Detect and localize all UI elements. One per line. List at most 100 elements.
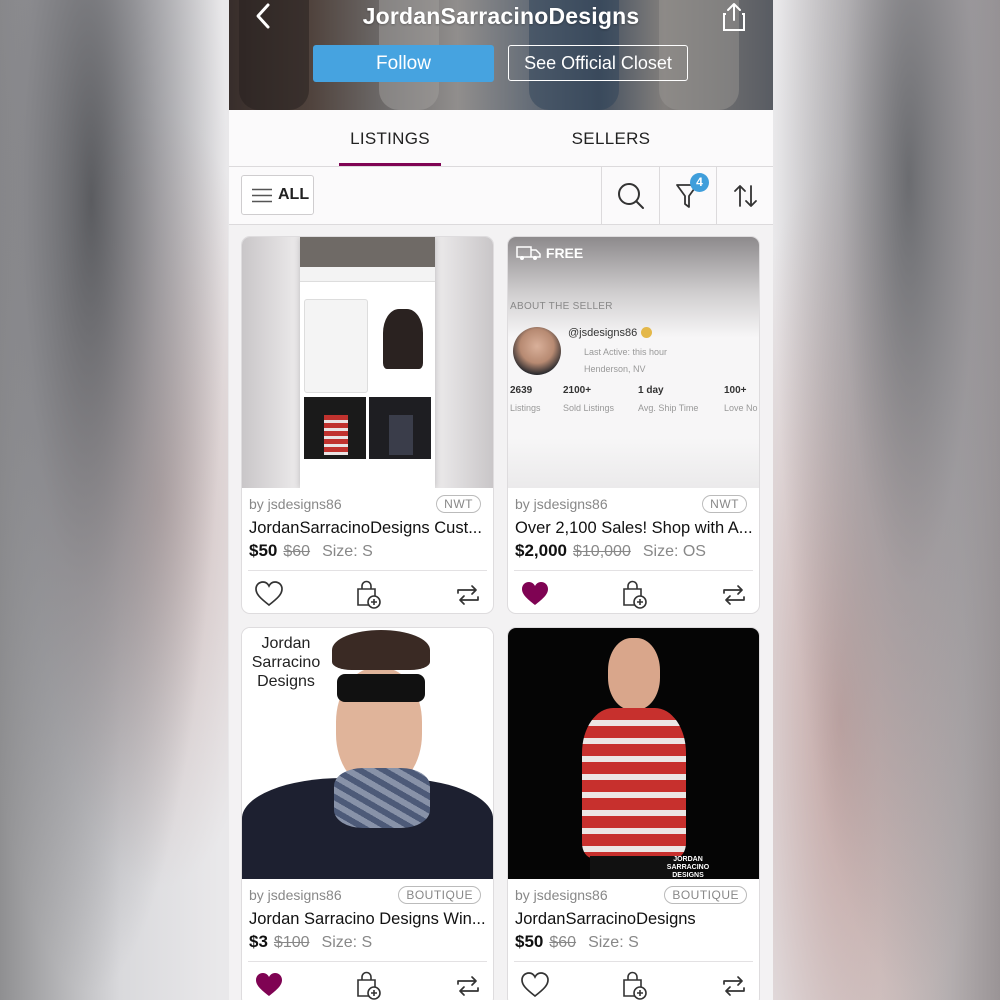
seller-name[interactable]: by jsdesigns86: [515, 887, 608, 903]
image-figure-shirt: [582, 708, 686, 858]
listing-title[interactable]: Jordan Sarracino Designs Win...: [249, 910, 487, 929]
seller-location: Henderson, NV: [584, 364, 646, 374]
stat-label: Sold Listings: [563, 403, 615, 413]
ambassador-badge-icon: [641, 327, 652, 338]
price-row: $50 $60 Size: S: [515, 932, 639, 952]
listing-image[interactable]: JORDAN SARRACINO DESIGNS: [508, 628, 759, 879]
repost-arrows-icon: [723, 976, 745, 996]
bag-plus-icon: [357, 971, 381, 1000]
seller-name[interactable]: by jsdesigns86: [515, 496, 608, 512]
listing-title[interactable]: JordanSarracinoDesigns Cust...: [249, 519, 487, 538]
listing-image[interactable]: Jordan Sarracino Designs: [242, 628, 493, 879]
store-title: JordanSarracinoDesigns: [362, 3, 640, 29]
tab-bar: LISTINGS SELLERS: [229, 110, 773, 167]
seller-avatar: [513, 327, 561, 375]
app-screen: JordanSarracinoDesigns Follow See Offici…: [229, 0, 773, 1000]
share-listing-button[interactable]: [447, 576, 487, 612]
follow-button[interactable]: Follow: [313, 45, 494, 82]
search-icon: [618, 183, 644, 209]
tab-sellers[interactable]: SELLERS: [559, 110, 663, 166]
stat-label: Love No: [724, 403, 758, 413]
sort-arrows-icon: [734, 185, 757, 207]
stat-label: Listings: [510, 403, 541, 413]
condition-badge: NWT: [436, 495, 481, 513]
divider: [248, 961, 487, 962]
price-row: $2,000 $10,000 Size: OS: [515, 541, 706, 561]
divider: [248, 570, 487, 571]
condition-badge: BOUTIQUE: [398, 886, 481, 904]
like-button[interactable]: [248, 967, 288, 1000]
price: $50: [249, 541, 278, 560]
share-button[interactable]: [721, 2, 747, 32]
listing-card[interactable]: Jordan Sarracino Designs by jsdesigns86 …: [241, 627, 494, 1000]
listing-title[interactable]: Over 2,100 Sales! Shop with A...: [515, 519, 753, 538]
listing-title[interactable]: JordanSarracinoDesigns: [515, 910, 753, 929]
listing-card[interactable]: FREE ABOUT THE SELLER @jsdesigns86 Last …: [507, 236, 760, 614]
like-button[interactable]: [514, 967, 554, 1000]
seller-name[interactable]: by jsdesigns86: [249, 887, 342, 903]
tab-listings[interactable]: LISTINGS: [339, 110, 441, 166]
add-to-bundle-button[interactable]: [348, 967, 388, 1000]
like-button[interactable]: [514, 576, 554, 612]
stat-value: 100+: [724, 385, 747, 396]
sort-button[interactable]: [717, 167, 773, 224]
see-official-closet-button[interactable]: See Official Closet: [508, 45, 688, 81]
screenshot-thumbnail: [300, 237, 435, 488]
heart-outline-icon: [255, 581, 283, 607]
original-price: $10,000: [573, 543, 631, 560]
filter-bar: ALL 4: [229, 167, 773, 225]
listing-card[interactable]: by jsdesigns86 NWT JordanSarracinoDesign…: [241, 236, 494, 614]
listing-card[interactable]: JORDAN SARRACINO DESIGNS by jsdesigns86 …: [507, 627, 760, 1000]
share-listing-button[interactable]: [447, 967, 487, 1000]
share-icon: [723, 3, 745, 31]
image-overlay-text: Jordan Sarracino Designs: [251, 635, 321, 690]
listing-image[interactable]: FREE ABOUT THE SELLER @jsdesigns86 Last …: [508, 237, 759, 488]
repost-arrows-icon: [723, 585, 745, 605]
tab-listings-label: LISTINGS: [350, 129, 430, 148]
price-row: $50 $60 Size: S: [249, 541, 373, 561]
heart-filled-icon: [256, 973, 282, 996]
seller-name[interactable]: by jsdesigns86: [249, 496, 342, 512]
image-figure-hat: [332, 630, 430, 670]
bag-plus-icon: [623, 580, 647, 609]
condition-badge: NWT: [702, 495, 747, 513]
filter-count-badge: 4: [690, 173, 709, 192]
listing-image[interactable]: [242, 237, 493, 488]
last-active: Last Active: this hour: [584, 347, 668, 357]
size-label: Size: S: [588, 934, 639, 951]
size-label: Size: OS: [642, 543, 706, 560]
add-to-bundle-button[interactable]: [614, 576, 654, 612]
filter-button[interactable]: 4: [660, 167, 716, 224]
thumb-header: [300, 237, 435, 267]
about-seller-label: ABOUT THE SELLER: [510, 301, 613, 312]
condition-badge: BOUTIQUE: [664, 886, 747, 904]
heart-outline-icon: [521, 972, 549, 998]
thumb-figure: [324, 415, 348, 455]
thumb-image: [369, 397, 431, 459]
add-to-bundle-button[interactable]: [614, 967, 654, 1000]
price-row: $3 $100 Size: S: [249, 932, 372, 952]
image-watermark: JORDAN SARRACINO DESIGNS: [666, 856, 710, 879]
like-button[interactable]: [248, 576, 288, 612]
size-label: Size: S: [322, 543, 373, 560]
price: $2,000: [515, 541, 567, 560]
stat-label: Avg. Ship Time: [638, 403, 699, 413]
heart-filled-icon: [522, 582, 548, 605]
menu-lines-icon: [252, 188, 272, 203]
tab-sellers-label: SELLERS: [571, 129, 651, 148]
divider: [514, 961, 753, 962]
price: $50: [515, 932, 544, 951]
active-tab-underline: [339, 163, 441, 166]
original-price: $60: [283, 543, 311, 560]
original-price: $60: [549, 934, 577, 951]
all-categories-button[interactable]: ALL: [241, 175, 314, 215]
all-label: ALL: [278, 186, 310, 203]
share-listing-button[interactable]: [713, 576, 753, 612]
closet-header: JordanSarracinoDesigns Follow See Offici…: [229, 0, 773, 110]
free-shipping-badge: FREE: [516, 245, 583, 261]
image-figure-sunglasses: [337, 674, 425, 702]
search-button[interactable]: [602, 167, 658, 224]
add-to-bundle-button[interactable]: [348, 576, 388, 612]
share-listing-button[interactable]: [713, 967, 753, 1000]
background-blur-right: [772, 0, 1000, 1000]
